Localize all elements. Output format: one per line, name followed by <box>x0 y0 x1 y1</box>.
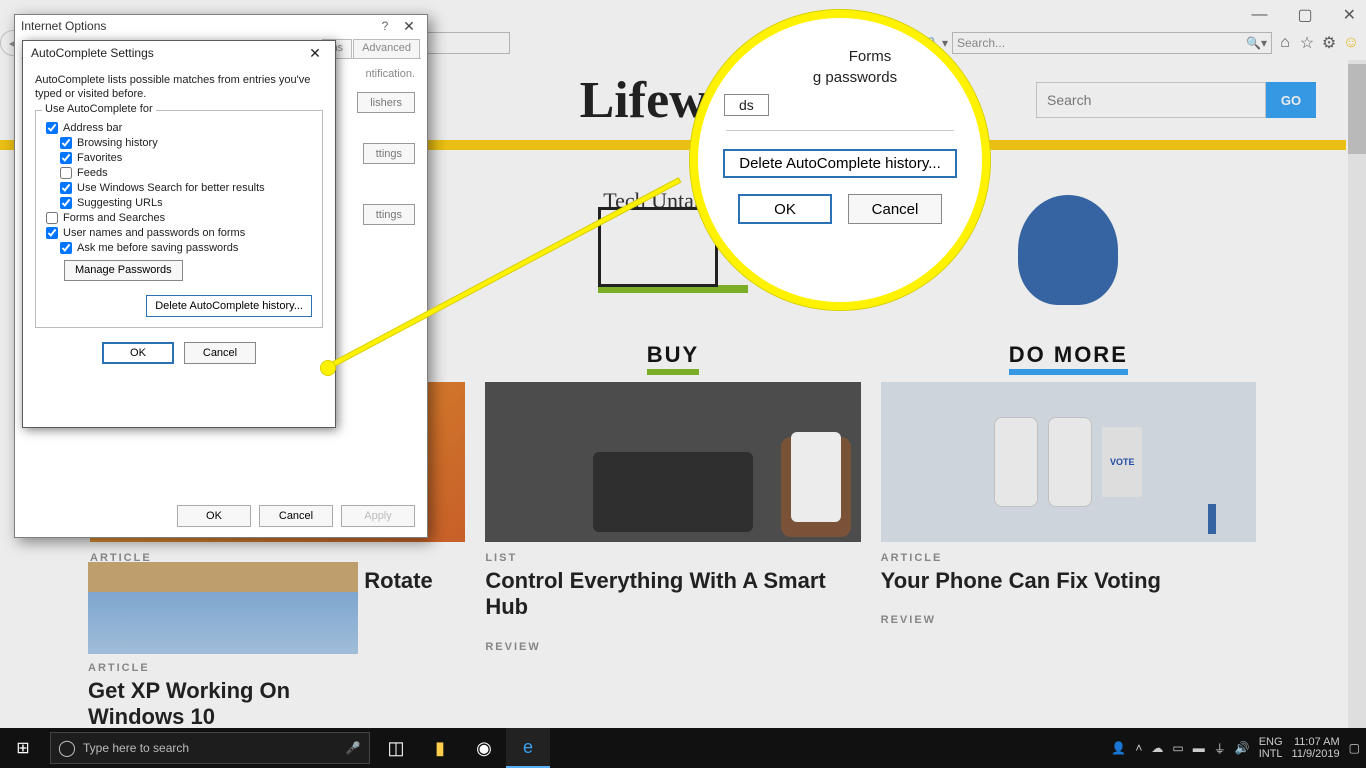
cortana-icon[interactable]: ◯ <box>51 738 83 758</box>
mic-icon[interactable]: 🎤 <box>337 741 369 755</box>
left-peek-card: ARTICLE Get XP Working On Windows 10 ART… <box>88 500 358 767</box>
io-cancel-button[interactable]: Cancel <box>259 505 333 527</box>
ie-window-controls: — ▢ ✕ <box>1251 0 1366 30</box>
article-kicker-2: REVIEW <box>485 641 860 653</box>
article-kicker: ARTICLE <box>881 552 1256 564</box>
lifewire-search-input[interactable] <box>1036 82 1266 118</box>
checkbox-ask-before-saving[interactable]: Ask me before saving passwords <box>60 242 312 254</box>
tray-battery-icon[interactable]: ▬ <box>1193 741 1205 755</box>
cancel-button[interactable]: Cancel <box>184 342 256 364</box>
checkbox-suggesting-urls[interactable]: Suggesting URLs <box>60 197 312 209</box>
peek-thumb[interactable] <box>88 562 358 654</box>
home-icon[interactable]: ⌂ <box>1276 34 1294 52</box>
checkbox-forms-searches[interactable]: Forms and Searches <box>46 212 312 224</box>
checkbox-browsing-history[interactable]: Browsing history <box>60 137 312 149</box>
article-title[interactable]: Your Phone Can Fix Voting <box>881 568 1256 594</box>
tray-clock[interactable]: 11:07 AM11/9/2019 <box>1292 736 1340 760</box>
category-do-more[interactable]: DO MORE <box>881 342 1256 368</box>
system-tray: 👤 ˄ ☁ ▭ ▬ ⏚ 🔊 ENGINTL 11:07 AM11/9/2019 … <box>1111 736 1366 760</box>
dialog-title: Internet Options <box>21 19 373 33</box>
search-icon[interactable]: 🔍▾ <box>1246 36 1267 50</box>
ok-button[interactable]: OK <box>102 342 174 364</box>
tray-notifications-icon[interactable]: ▢ <box>1349 741 1360 755</box>
close-button[interactable]: ✕ <box>397 18 421 35</box>
callout-dot <box>320 360 336 376</box>
checkbox-feeds[interactable]: Feeds <box>60 167 312 179</box>
checkbox-favorites[interactable]: Favorites <box>60 152 312 164</box>
category-buy[interactable]: BUY <box>485 342 860 368</box>
checkbox-usernames-passwords[interactable]: User names and passwords on forms <box>46 227 312 239</box>
magnifier-callout: Forms g passwords ds Delete AutoComplete… <box>690 10 990 310</box>
article-kicker-2: REVIEW <box>881 614 1256 626</box>
chrome-icon[interactable]: ◉ <box>462 728 506 768</box>
taskbar-search[interactable]: ◯ Type here to search 🎤 <box>50 732 370 764</box>
file-explorer-icon[interactable]: ▮ <box>418 728 462 768</box>
magnified-ok-button: OK <box>738 194 832 224</box>
tools-icon[interactable]: ⚙ <box>1320 33 1338 53</box>
article-kicker: LIST <box>485 552 860 564</box>
buy-article-thumb[interactable] <box>485 382 860 542</box>
settings-button-2[interactable]: ttings <box>363 204 415 225</box>
help-button[interactable]: ? <box>373 19 397 33</box>
publishers-button[interactable]: lishers <box>357 92 415 113</box>
close-button[interactable]: ✕ <box>1343 5 1356 25</box>
maximize-button[interactable]: ▢ <box>1297 5 1312 25</box>
do-more-article-thumb[interactable]: VOTE <box>881 382 1256 542</box>
start-button[interactable]: ⊞ <box>0 738 46 758</box>
tray-security-icon[interactable]: ▭ <box>1172 741 1183 755</box>
article-title[interactable]: Control Everything With A Smart Hub <box>485 568 860 621</box>
task-view-icon[interactable]: ◫ <box>374 728 418 768</box>
taskbar-search-placeholder: Type here to search <box>83 741 189 755</box>
magnified-delete-history-button: Delete AutoComplete history... <box>723 149 957 178</box>
article-kicker: ARTICLE <box>88 662 358 674</box>
magnified-cancel-button: Cancel <box>848 194 942 224</box>
minimize-button[interactable]: — <box>1251 6 1267 24</box>
tray-volume-icon[interactable]: 🔊 <box>1235 741 1250 755</box>
autocomplete-settings-dialog: AutoComplete Settings ✕ AutoComplete lis… <box>22 40 336 428</box>
tray-onedrive-icon[interactable]: ☁ <box>1151 741 1163 755</box>
article-title[interactable]: Get XP Working On Windows 10 <box>88 678 358 731</box>
search-placeholder: Search... <box>957 36 1005 50</box>
tray-people-icon[interactable]: 👤 <box>1111 741 1126 755</box>
io-ok-button[interactable]: OK <box>177 505 251 527</box>
lifewire-go-button[interactable]: GO <box>1266 82 1316 118</box>
tray-up-icon[interactable]: ˄ <box>1135 741 1142 755</box>
internet-explorer-icon[interactable]: e <box>506 728 550 768</box>
checkbox-address-bar[interactable]: Address bar <box>46 122 312 134</box>
dialog-title: AutoComplete Settings <box>31 46 303 60</box>
io-apply-button: Apply <box>341 505 415 527</box>
settings-button-1[interactable]: ttings <box>363 143 415 164</box>
favorites-icon[interactable]: ☆ <box>1298 33 1316 53</box>
tab-advanced[interactable]: Advanced <box>353 39 420 58</box>
tray-network-icon[interactable]: ⏚ <box>1214 740 1226 757</box>
ie-search-box[interactable]: Search... 🔍▾ <box>952 32 1272 54</box>
close-button[interactable]: ✕ <box>303 45 327 62</box>
vertical-scrollbar[interactable] <box>1348 60 1366 728</box>
windows-taskbar: ⊞ ◯ Type here to search 🎤 ◫ ▮ ◉ e 👤 ˄ ☁ … <box>0 728 1366 768</box>
delete-autocomplete-history-button[interactable]: Delete AutoComplete history... <box>146 295 312 317</box>
autocomplete-description: AutoComplete lists possible matches from… <box>35 73 323 102</box>
use-autocomplete-for-group: Use AutoComplete for Address bar Browsin… <box>35 110 323 328</box>
tray-language[interactable]: ENGINTL <box>1259 736 1283 760</box>
feedback-icon[interactable]: ☺ <box>1342 34 1360 52</box>
manage-passwords-button[interactable]: Manage Passwords <box>64 260 183 281</box>
group-label: Use AutoComplete for <box>42 103 156 115</box>
checkbox-windows-search[interactable]: Use Windows Search for better results <box>60 182 312 194</box>
